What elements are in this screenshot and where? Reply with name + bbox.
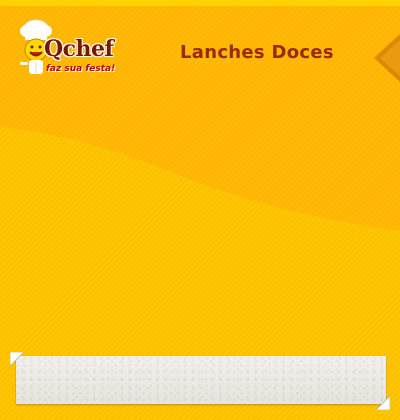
triangle-left-icon [374,34,400,82]
brand-name: Qchef [44,36,114,62]
paper-card [16,356,386,404]
content-panel [10,352,390,410]
brand-logo[interactable]: Qchef faz sua festa! [16,18,116,84]
nav-back-button[interactable] [374,34,400,82]
page-title: Lanches Doces [180,42,334,63]
photo-corner-icon [376,396,390,410]
top-stripe [0,0,400,6]
photo-corner-icon [10,352,24,366]
brand-tagline: faz sua festa! [46,64,116,74]
